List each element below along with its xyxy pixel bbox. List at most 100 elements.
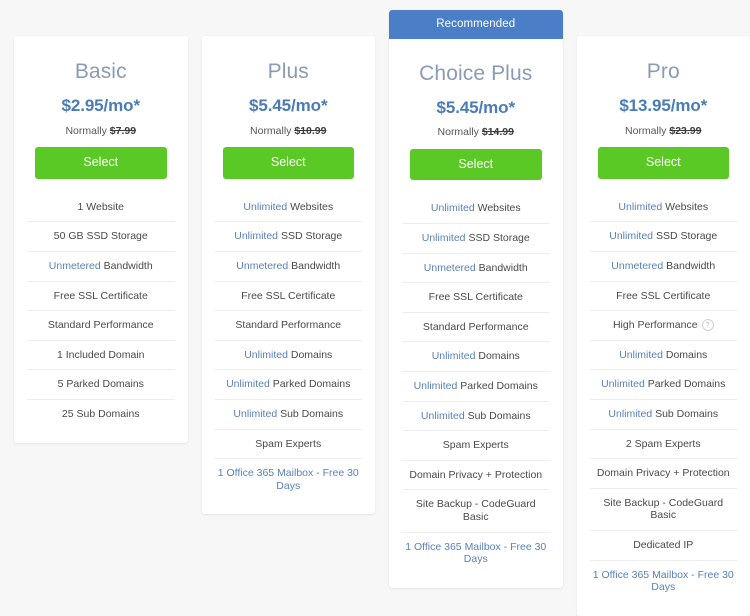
feature-row: Site Backup - CodeGuard Basic (402, 490, 550, 532)
plan-normal-price: Normally $10.99 (215, 116, 363, 138)
feature-row: Unlimited Domains (590, 341, 738, 371)
feature-row: Free SSL Certificate (27, 282, 175, 312)
feature-label: Sub Domains (468, 410, 531, 422)
plan-card-body: Plus$5.45/mo*Normally $10.99SelectUnlimi… (202, 36, 376, 500)
feature-link-row[interactable]: 1 Office 365 Mailbox - Free 30 Days (590, 561, 738, 602)
feature-label: Free SSL Certificate (241, 290, 335, 302)
feature-label: Dedicated IP (633, 539, 693, 551)
plan-normal-price: Normally $7.99 (27, 116, 175, 138)
feature-highlight: Unlimited (234, 230, 278, 242)
feature-label: 1 Office 365 Mailbox - Free 30 Days (405, 541, 546, 566)
feature-label: Domains (666, 349, 707, 361)
feature-label: Websites (665, 201, 708, 213)
plan-price: $5.45/mo* (215, 83, 363, 116)
feature-label: Domain Privacy + Protection (409, 469, 542, 481)
feature-highlight: Unlimited (432, 350, 476, 362)
feature-row: Free SSL Certificate (590, 282, 738, 312)
plan-card-body: Choice Plus$5.45/mo*Normally $14.99Selec… (389, 39, 563, 574)
feature-label: Sub Domains (280, 408, 343, 420)
feature-link-row[interactable]: 1 Office 365 Mailbox - Free 30 Days (215, 459, 363, 500)
feature-label: SSD Storage (281, 230, 342, 242)
select-button-wrap: Select (590, 137, 738, 179)
feature-highlight: Unmetered (236, 260, 288, 272)
feature-label: Spam Experts (255, 438, 321, 450)
feature-highlight: Unmetered (611, 260, 663, 272)
feature-highlight: Unlimited (619, 349, 663, 361)
feature-row: Unlimited Sub Domains (590, 400, 738, 430)
feature-row: Unmetered Bandwidth (215, 252, 363, 282)
plan-title: Pro (590, 36, 738, 83)
select-button-basic[interactable]: Select (35, 147, 167, 179)
feature-label: Bandwidth (291, 260, 340, 272)
feature-row: 5 Parked Domains (27, 370, 175, 400)
plan-card-choice-plus: RecommendedChoice Plus$5.45/mo*Normally … (389, 10, 563, 588)
feature-label: 2 Spam Experts (626, 438, 701, 450)
select-button-choice-plus[interactable]: Select (410, 149, 542, 181)
plan-normal-price-value: $23.99 (669, 125, 701, 137)
feature-label: Free SSL Certificate (616, 290, 710, 302)
plan-price: $5.45/mo* (402, 85, 550, 118)
feature-row: Free SSL Certificate (402, 283, 550, 313)
feature-label: Parked Domains (273, 378, 351, 390)
feature-label: 1 Included Domain (57, 349, 145, 361)
plan-card-pro: Pro$13.95/mo* Normally $23.99 Select Unlimi… (577, 36, 750, 616)
feature-label: Standard Performance (423, 321, 529, 333)
feature-highlight: Unlimited (233, 408, 277, 420)
plan-card-basic: Basic$2.95/mo*Normally $7.99Select1 Webs… (14, 36, 188, 443)
feature-row: Standard Performance (402, 313, 550, 343)
plan-price: $13.95/mo* (590, 83, 738, 116)
pricing-plans-container: Basic$2.95/mo*Normally $7.99Select1 Webs… (0, 0, 750, 530)
plan-normal-price-label: Normally (625, 125, 666, 137)
plan-normal-price: Normally $14.99 (402, 117, 550, 139)
feature-row: Unlimited Domains (402, 342, 550, 372)
select-button-pro[interactable]: Select (598, 147, 730, 179)
feature-row: Unlimited Sub Domains (215, 400, 363, 430)
info-help-icon[interactable]: ? (702, 319, 714, 331)
feature-link-row[interactable]: 1 Office 365 Mailbox - Free 30 Days (402, 533, 550, 574)
feature-row: Domain Privacy + Protection (402, 461, 550, 491)
feature-label: Site Backup - CodeGuard Basic (416, 498, 536, 523)
feature-highlight: Unlimited (608, 408, 652, 420)
feature-row: 50 GB SSD Storage (27, 222, 175, 252)
feature-label: Bandwidth (479, 262, 528, 274)
plan-column-pro: Pro$13.95/mo* Normally $23.99 Select Unlimi… (577, 0, 750, 616)
select-button-wrap: Select (27, 137, 175, 179)
feature-row: 25 Sub Domains (27, 400, 175, 429)
feature-highlight: Unlimited (414, 380, 458, 392)
feature-label: 1 Office 365 Mailbox - Free 30 Days (218, 467, 359, 492)
feature-highlight: Unlimited (244, 349, 288, 361)
plan-card-body: Pro$13.95/mo* Normally $23.99 Select Unlimi… (577, 36, 750, 602)
feature-row: Unlimited SSD Storage (402, 224, 550, 254)
feature-highlight: Unlimited (422, 232, 466, 244)
select-button-wrap: Select (215, 137, 363, 179)
recommended-badge: Recommended (389, 10, 563, 39)
feature-highlight: Unmetered (49, 260, 101, 272)
feature-highlight: Unlimited (431, 202, 475, 214)
select-button-wrap: Select (402, 139, 550, 181)
feature-label: Free SSL Certificate (429, 291, 523, 303)
select-button-plus[interactable]: Select (223, 147, 355, 179)
plan-normal-price-value: $7.99 (110, 125, 136, 137)
feature-label: Domain Privacy + Protection (597, 467, 730, 479)
feature-label: 25 Sub Domains (62, 408, 140, 420)
feature-row: Unmetered Bandwidth (27, 252, 175, 282)
feature-highlight: Unlimited (618, 201, 662, 213)
feature-label: Spam Experts (443, 439, 509, 451)
plan-column-top-spacer (577, 0, 750, 36)
feature-row: 1 Website (27, 193, 175, 223)
plan-normal-price-label: Normally (65, 125, 106, 137)
feature-row: Spam Experts (402, 431, 550, 461)
feature-label: Websites (478, 202, 521, 214)
feature-row: Unlimited SSD Storage (590, 222, 738, 252)
feature-row: Standard Performance (27, 311, 175, 341)
feature-row: Unlimited Websites (590, 193, 738, 223)
feature-row: High Performance? (590, 311, 738, 341)
feature-label: 1 Office 365 Mailbox - Free 30 Days (593, 569, 734, 594)
plan-feature-list: Unlimited WebsitesUnlimited SSD StorageU… (590, 193, 738, 602)
feature-label: High Performance (613, 319, 698, 331)
plan-title: Basic (27, 36, 175, 83)
feature-label: 1 Website (78, 201, 125, 213)
plan-normal-price-value: $14.99 (482, 126, 514, 138)
plan-price: $2.95/mo* (27, 83, 175, 116)
feature-row: Unlimited Sub Domains (402, 402, 550, 432)
